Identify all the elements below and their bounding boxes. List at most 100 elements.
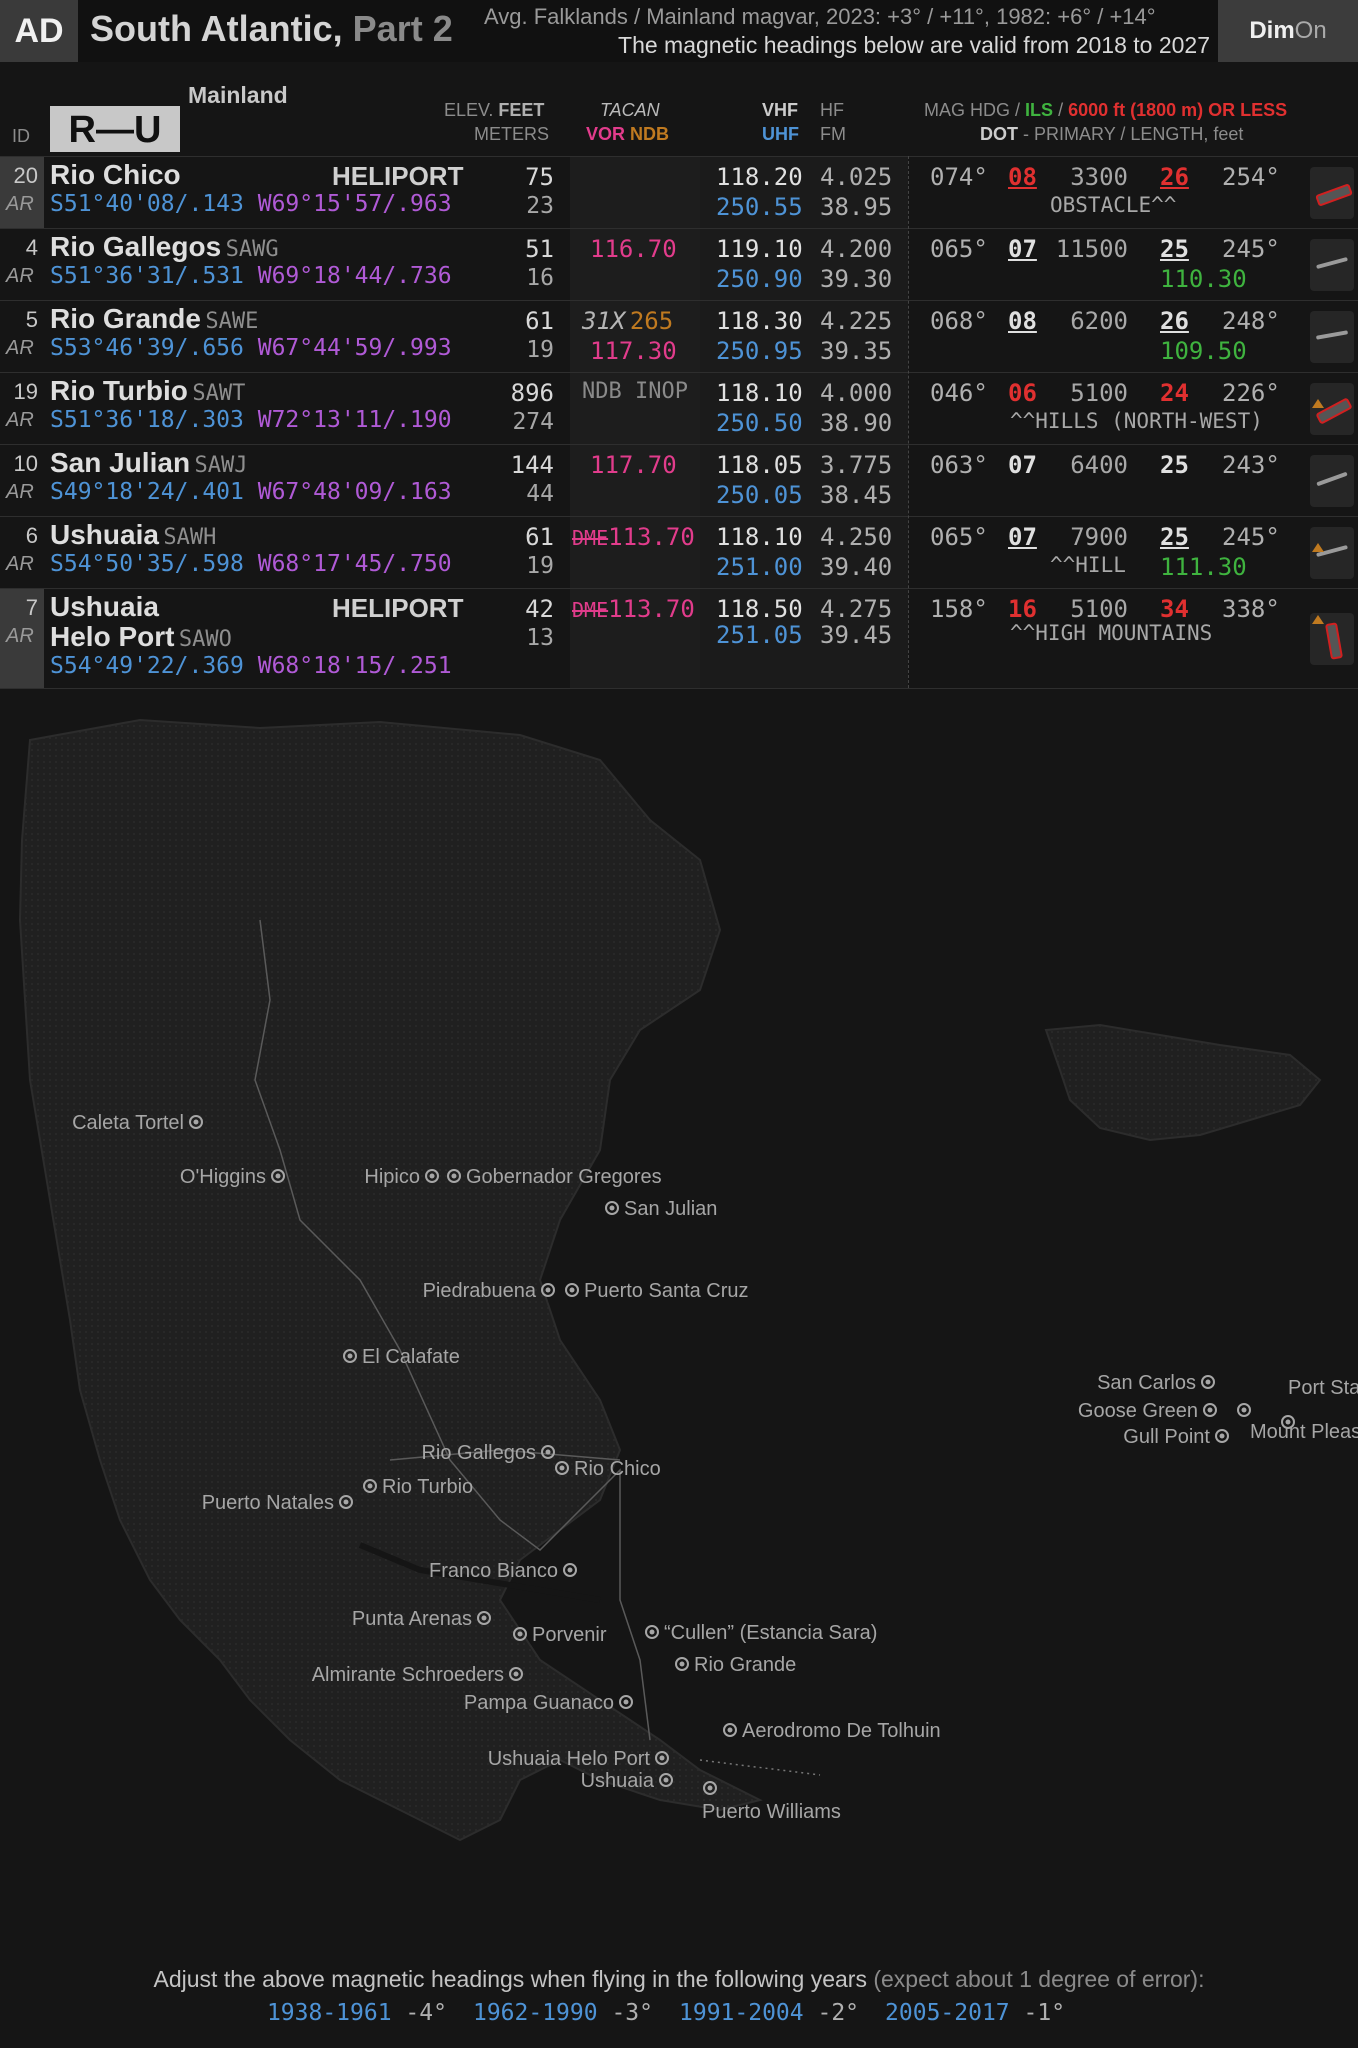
title-main: South Atlantic, — [90, 8, 343, 49]
runway-2: 24 — [1160, 379, 1189, 407]
uhf-frequency: 251.00 — [716, 553, 803, 581]
map-label: Rio Grande — [694, 1654, 796, 1676]
country-code: AR — [6, 193, 34, 215]
heading-1: 046° — [930, 379, 988, 407]
map-label: Pampa Guanaco — [464, 1692, 614, 1714]
runway-diagram-icon — [1310, 239, 1354, 291]
fm-frequency: 39.45 — [820, 621, 893, 649]
coordinates: S51°40'08/.143 W69°15'57/.963 — [50, 191, 452, 217]
heading-adjustment: -3° — [611, 2000, 653, 2026]
runway-2: 26 — [1160, 163, 1189, 191]
map-label: Rio Turbio — [382, 1476, 473, 1498]
runway-note: OBSTACLE^^ — [1050, 193, 1177, 217]
runway-diagram-icon — [1310, 167, 1354, 219]
longitude: W68°18'15/.251 — [257, 653, 452, 679]
footer-text: Adjust the above magnetic headings when … — [153, 1966, 867, 1992]
airfield-name-block: Rio Turbio SAWT — [50, 375, 245, 407]
table-row[interactable]: 20 AR Rio Chico HELIPORT S51°40'08/.143 W69°… — [0, 156, 1358, 229]
airfield-id: 19 — [13, 379, 38, 404]
elevation-meters: 19 — [526, 337, 554, 363]
heading-adjustment: -2° — [817, 2000, 860, 2026]
heading-1: 068° — [930, 307, 988, 335]
elevation-meters: 16 — [526, 265, 554, 291]
country-code: AR — [6, 265, 34, 287]
airfield-name2-block: Helo Port SAWO — [50, 621, 232, 653]
fm-frequency: 38.90 — [820, 409, 893, 437]
vhf-frequency: 118.30 — [716, 307, 803, 335]
col-elev-label: ELEV. FEET — [444, 100, 545, 120]
airfield-id: 10 — [13, 451, 38, 476]
table-row[interactable]: 10 AR San Julian SAWJ S49°18'24/.401 W67°48… — [0, 444, 1358, 517]
table-row[interactable]: 5 AR Rio Grande SAWE S53°46'39/.656 W67°44'… — [0, 300, 1358, 373]
latitude: S54°49'22/.369 — [50, 653, 244, 679]
map-label: Piedrabuena — [423, 1280, 537, 1302]
col-mainland: Mainland — [188, 82, 288, 108]
runway-1: 07 — [1008, 523, 1037, 551]
map-label: Hipico — [364, 1166, 420, 1188]
uhf-frequency: 250.90 — [716, 265, 803, 293]
map-marker-dot — [517, 1631, 523, 1637]
elevation-meters: 19 — [526, 553, 554, 579]
map-marker-dot — [659, 1755, 665, 1761]
runway-1: 08 — [1008, 307, 1037, 335]
map-label: Ushuaia — [581, 1770, 655, 1792]
hf-frequency: 4.275 — [820, 595, 893, 623]
table-row[interactable]: 4 AR Rio Gallegos SAWG S51°36'31/.531 W69°1… — [0, 228, 1358, 301]
map-label: Almirante Schroeders — [312, 1664, 504, 1686]
tacan-block: 31X 265 — [582, 307, 673, 335]
vor-frequency: 113.70 — [608, 523, 695, 551]
heliport-label: HELIPORT — [332, 161, 464, 191]
dim-toggle-button[interactable]: DimOn — [1218, 0, 1358, 62]
col-hf: HF — [820, 100, 844, 120]
heading-adjustment: -1° — [1023, 2000, 1066, 2026]
airfield-name-block: Rio Grande SAWE — [50, 303, 258, 335]
dme-vor: DME113.70 — [572, 595, 695, 623]
icao-code: SAWT — [192, 381, 246, 406]
map-marker-dot — [481, 1615, 487, 1621]
fm-frequency: 39.30 — [820, 265, 893, 293]
vor-frequency: 117.30 — [590, 337, 677, 365]
elevation-meters: 44 — [526, 481, 554, 507]
map-marker-dot — [367, 1483, 373, 1489]
runway-1: 06 — [1008, 379, 1037, 407]
ils-frequency: 109.50 — [1160, 337, 1247, 365]
runway-2: 26 — [1160, 307, 1189, 335]
fm-frequency: 39.35 — [820, 337, 893, 365]
airfield-id: 5 — [25, 307, 38, 332]
map-label: Puerto Natales — [202, 1492, 334, 1514]
heliport-label: HELIPORT — [332, 593, 464, 623]
icao-code: SAWO — [178, 627, 232, 652]
table-row[interactable]: 19 AR Rio Turbio SAWT S51°36'18/.303 W72°13… — [0, 372, 1358, 445]
table-row[interactable]: 7 AR Ushuaia HELIPORT Helo Port SAWO S54°49'2… — [0, 588, 1358, 689]
map-marker-dot — [623, 1699, 629, 1705]
airfield-name: Ushuaia — [50, 519, 159, 550]
airfield-name-block: San Julian SAWJ — [50, 447, 247, 479]
runway-2: 25 — [1160, 451, 1189, 479]
fm-frequency: 38.45 — [820, 481, 893, 509]
dme-label: DME — [572, 598, 609, 622]
runway-length: 7900 — [1070, 523, 1128, 551]
runway-note: ^^HILLS (NORTH-WEST) — [1010, 409, 1263, 433]
runway-2: 34 — [1160, 595, 1189, 623]
vhf-frequency: 118.10 — [716, 379, 803, 407]
map-marker-dot — [193, 1119, 199, 1125]
footer-note: Adjust the above magnetic headings when … — [0, 1966, 1358, 1993]
airfield-id: 20 — [13, 163, 38, 188]
vor-frequency: 113.70 — [608, 595, 695, 623]
year-range: 1962-1990 — [472, 2000, 598, 2026]
uhf-frequency: 250.95 — [716, 337, 803, 365]
airfield-name: Rio Gallegos — [50, 231, 222, 262]
map-label: Gull Point — [1123, 1426, 1210, 1448]
runway-note: ^^HILL — [1050, 553, 1126, 577]
uhf-frequency: 250.55 — [716, 193, 803, 221]
heading-2: 245° — [1222, 523, 1280, 551]
heading-2: 226° — [1222, 379, 1280, 407]
latitude: S53°46'39/.656 — [50, 335, 244, 361]
country-code: AR — [6, 409, 34, 431]
table-bottom-border — [0, 688, 1358, 689]
runway-length: 3300 — [1070, 163, 1128, 191]
map-label: O'Higgins — [180, 1166, 266, 1188]
map-marker-dot — [513, 1671, 519, 1677]
map-marker-dot — [663, 1777, 669, 1783]
table-row[interactable]: 6 AR Ushuaia SAWH S54°50'35/.598 W68°17'45/… — [0, 516, 1358, 589]
